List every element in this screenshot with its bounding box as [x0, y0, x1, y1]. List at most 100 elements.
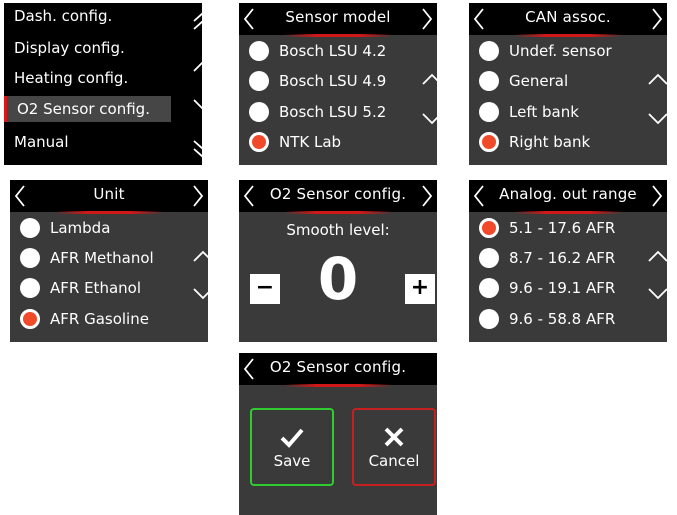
chevron-right-icon[interactable]: [186, 180, 208, 212]
radio-button[interactable]: [479, 102, 499, 122]
header-accent-line: [514, 211, 622, 214]
option-bosch-lsu-52[interactable]: Bosch LSU 5.2: [249, 100, 386, 124]
header-accent-line: [284, 384, 392, 387]
option-label: 9.6 - 58.8 AFR: [509, 310, 616, 328]
radio-button[interactable]: [479, 71, 499, 91]
option-label: Bosch LSU 4.9: [279, 72, 387, 90]
option-general[interactable]: General: [479, 69, 568, 93]
chevron-down-icon[interactable]: [421, 111, 437, 125]
radio-button[interactable]: [479, 248, 499, 268]
cancel-button[interactable]: Cancel: [352, 408, 436, 486]
radio-button[interactable]: [479, 309, 499, 329]
cancel-label: Cancel: [368, 452, 420, 470]
chevron-down-icon[interactable]: [192, 97, 202, 111]
double-chevron-up-icon[interactable]: [192, 11, 202, 33]
option-left-bank[interactable]: Left bank: [479, 100, 579, 124]
option-lambda[interactable]: Lambda: [20, 216, 110, 240]
save-label: Save: [273, 452, 311, 470]
chevron-up-icon[interactable]: [647, 248, 667, 262]
chevron-up-icon[interactable]: [647, 71, 667, 85]
option-label: AFR Methanol: [50, 249, 154, 267]
option-ntk-lab[interactable]: NTK Lab: [249, 130, 341, 154]
radio-button[interactable]: [20, 218, 40, 238]
radio-button[interactable]: [479, 41, 499, 61]
screen-title: Unit: [93, 185, 125, 203]
chevron-down-icon[interactable]: [647, 286, 667, 300]
radio-button[interactable]: [20, 248, 40, 268]
option-label: 8.7 - 16.2 AFR: [509, 249, 616, 267]
screen-title: O2 Sensor config.: [269, 358, 407, 376]
chevron-down-icon[interactable]: [192, 286, 208, 300]
radio-button-selected[interactable]: [479, 218, 499, 238]
option-label: AFR Ethanol: [50, 279, 141, 297]
header-accent-line: [55, 211, 163, 214]
screen-title: Analog. out range: [499, 185, 637, 203]
radio-button[interactable]: [249, 41, 269, 61]
option-label: Lambda: [50, 219, 111, 237]
header-bar: O2 Sensor config.: [239, 353, 437, 387]
header-bar: CAN assoc.: [469, 3, 667, 37]
option-range-5-1-17-6[interactable]: 5.1 - 17.6 AFR: [479, 216, 615, 240]
option-label: Undef. sensor: [509, 42, 612, 60]
radio-button-selected[interactable]: [249, 132, 269, 152]
option-afr-methanol[interactable]: AFR Methanol: [20, 246, 154, 270]
option-afr-ethanol[interactable]: AFR Ethanol: [20, 276, 141, 300]
option-right-bank[interactable]: Right bank: [479, 130, 590, 154]
header-bar: Unit: [10, 180, 208, 214]
radio-button[interactable]: [249, 102, 269, 122]
option-label: NTK Lab: [279, 133, 342, 151]
radio-button-selected[interactable]: [479, 132, 499, 152]
menu-item-heating-config[interactable]: Heating config.: [14, 65, 128, 91]
header-bar: O2 Sensor config.: [239, 180, 437, 214]
save-button[interactable]: Save: [250, 408, 334, 486]
option-label: AFR Gasoline: [50, 310, 149, 328]
menu-item-manual[interactable]: Manual: [14, 129, 69, 155]
header-accent-line: [514, 34, 622, 37]
option-afr-gasoline[interactable]: AFR Gasoline: [20, 307, 149, 331]
screen-title: Sensor model: [285, 8, 391, 26]
option-undef-sensor[interactable]: Undef. sensor: [479, 39, 612, 63]
chevron-up-icon[interactable]: [192, 248, 208, 262]
menu-item-dash-config[interactable]: Dash. config.: [14, 3, 112, 29]
option-range-9-6-58-8[interactable]: 9.6 - 58.8 AFR: [479, 307, 615, 331]
option-bosch-lsu-49[interactable]: Bosch LSU 4.9: [249, 69, 386, 93]
radio-button[interactable]: [479, 278, 499, 298]
option-label: General: [509, 72, 569, 90]
chevron-right-icon[interactable]: [645, 3, 667, 35]
chevron-down-icon[interactable]: [647, 111, 667, 125]
double-chevron-down-icon[interactable]: [192, 137, 202, 159]
main-menu-screen: Dash. config. Display config. Heating co…: [4, 3, 202, 165]
confirm-screen: O2 Sensor config. Save Cancel: [239, 353, 437, 515]
unit-screen: Unit Lambda AFR Methanol AFR Ethanol AFR…: [10, 180, 208, 342]
option-range-9-6-19-1[interactable]: 9.6 - 19.1 AFR: [479, 276, 615, 300]
menu-item-display-config[interactable]: Display config.: [14, 35, 125, 61]
radio-button[interactable]: [249, 71, 269, 91]
radio-button-selected[interactable]: [20, 309, 40, 329]
increment-button[interactable]: +: [405, 274, 435, 304]
can-assoc-screen: CAN assoc. Undef. sensor General Left ba…: [469, 3, 667, 165]
analog-out-range-screen: Analog. out range 5.1 - 17.6 AFR 8.7 - 1…: [469, 180, 667, 342]
chevron-up-icon[interactable]: [421, 71, 437, 85]
option-label: Bosch LSU 5.2: [279, 103, 387, 121]
chevron-up-icon[interactable]: [192, 58, 202, 72]
close-icon: [354, 426, 434, 452]
smooth-level-screen: O2 Sensor config. Smooth level: − 0 +: [239, 180, 437, 342]
radio-button[interactable]: [20, 278, 40, 298]
chevron-right-icon[interactable]: [415, 3, 437, 35]
menu-item-o2-sensor-config[interactable]: O2 Sensor config.: [4, 96, 171, 122]
option-bosch-lsu-42[interactable]: Bosch LSU 4.2: [249, 39, 386, 63]
option-label: 5.1 - 17.6 AFR: [509, 219, 616, 237]
sensor-model-screen: Sensor model Bosch LSU 4.2 Bosch LSU 4.9…: [239, 3, 437, 165]
header-bar: Analog. out range: [469, 180, 667, 214]
option-label: Right bank: [509, 133, 591, 151]
smooth-level-label: Smooth level:: [286, 221, 390, 239]
screen-title: CAN assoc.: [525, 8, 611, 26]
option-label: Left bank: [509, 103, 579, 121]
checkmark-icon: [252, 426, 332, 452]
option-label: Bosch LSU 4.2: [279, 42, 387, 60]
chevron-right-icon[interactable]: [645, 180, 667, 212]
option-label: 9.6 - 19.1 AFR: [509, 279, 616, 297]
screen-title: O2 Sensor config.: [269, 185, 407, 203]
chevron-right-icon[interactable]: [415, 180, 437, 212]
option-range-8-7-16-2[interactable]: 8.7 - 16.2 AFR: [479, 246, 615, 270]
